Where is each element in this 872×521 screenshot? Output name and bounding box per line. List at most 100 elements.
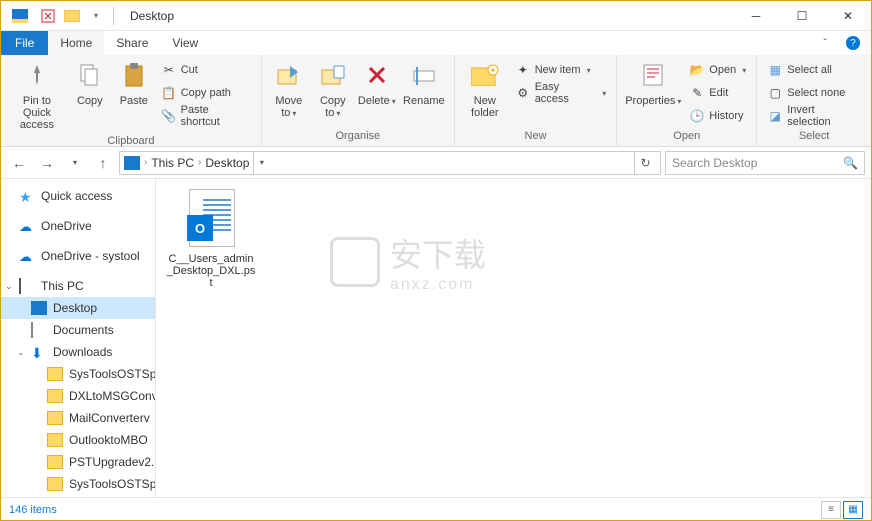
nav-onedrive[interactable]: ☁OneDrive	[1, 215, 155, 237]
nav-dl-item[interactable]: PSTUpgradev2.	[1, 451, 155, 473]
expand-icon[interactable]: ⌄	[17, 347, 25, 358]
chevron-right-icon[interactable]: ›	[198, 157, 201, 168]
paste-button[interactable]: Paste	[113, 57, 155, 109]
separator	[113, 7, 114, 25]
pin-to-quick-access-button[interactable]: Pin to Quick access	[7, 57, 67, 133]
copy-label: Copy	[77, 95, 103, 107]
select-all-icon: ▦	[767, 62, 783, 78]
nav-this-pc[interactable]: ⌄This PC	[1, 275, 155, 297]
nav-onedrive-systool[interactable]: ☁OneDrive - systool	[1, 245, 155, 267]
delete-button[interactable]: Delete▾	[356, 57, 398, 109]
delete-icon	[361, 59, 393, 91]
navigation-pane: ★Quick access ☁OneDrive ☁OneDrive - syst…	[1, 179, 156, 497]
nav-dl-item[interactable]: OutlooktoMBO	[1, 429, 155, 451]
chevron-right-icon[interactable]: ›	[144, 157, 147, 168]
nav-dl-item[interactable]: DXLtoMSGConv	[1, 385, 155, 407]
copy-to-button[interactable]: Copy to▾	[312, 57, 354, 121]
up-button[interactable]: ↑	[91, 151, 115, 175]
nav-dl-item[interactable]: SysToolsOSTSp	[1, 363, 155, 385]
properties-button[interactable]: Properties▾	[623, 57, 683, 109]
rename-button[interactable]: Rename	[400, 57, 448, 109]
pc-icon	[19, 279, 35, 293]
documents-icon	[31, 323, 47, 337]
ribbon-group-clipboard: Pin to Quick access Copy Paste ✂Cut 📋Cop…	[1, 55, 262, 146]
nav-quick-access[interactable]: ★Quick access	[1, 185, 155, 207]
nav-downloads[interactable]: ⌄⬇Downloads	[1, 341, 155, 363]
qat-folder-icon[interactable]	[61, 5, 83, 27]
minimize-button[interactable]: ─	[733, 1, 779, 31]
copy-button[interactable]: Copy	[69, 57, 111, 109]
file-name: C__Users_admin_Desktop_DXL.pst	[166, 253, 256, 289]
content-pane[interactable]: O C__Users_admin_Desktop_DXL.pst	[156, 179, 871, 497]
tab-share[interactable]: Share	[104, 31, 160, 55]
nav-dl-item[interactable]: SysToolsOSTSp⌄	[1, 473, 155, 495]
ribbon-tabs: File Home Share View ˇ ?	[1, 31, 871, 55]
delete-label: Delete▾	[358, 95, 396, 107]
folder-icon	[47, 477, 63, 491]
breadcrumb-dropdown[interactable]: ▾	[253, 152, 269, 174]
forward-button[interactable]: →	[35, 151, 59, 175]
search-input[interactable]: Search Desktop 🔍	[665, 151, 865, 175]
move-to-icon	[273, 59, 305, 91]
refresh-button[interactable]: ↻	[634, 152, 656, 174]
paste-label: Paste	[120, 95, 148, 107]
file-item[interactable]: O C__Users_admin_Desktop_DXL.pst	[166, 189, 256, 289]
star-icon: ★	[19, 189, 35, 203]
pin-label: Pin to Quick access	[9, 95, 65, 131]
paste-shortcut-icon: 📎	[161, 108, 177, 124]
close-button[interactable]: ✕	[825, 1, 871, 31]
open-group-label: Open	[623, 128, 750, 144]
help-button[interactable]: ?	[841, 31, 865, 55]
address-bar: ← → ▾ ↑ › This PC › Desktop ▾ ↻ Search D…	[1, 147, 871, 179]
move-to-button[interactable]: Move to▾	[268, 57, 310, 121]
ribbon-group-open: Properties▾ 📂Open▾ ✎Edit 🕒History Open	[617, 55, 757, 146]
back-button[interactable]: ←	[7, 151, 31, 175]
select-group-label: Select	[763, 128, 865, 144]
history-icon: 🕒	[689, 108, 705, 124]
nav-documents[interactable]: Documents	[1, 319, 155, 341]
select-all-button[interactable]: ▦Select all	[763, 59, 865, 81]
maximize-button[interactable]: ☐	[779, 1, 825, 31]
desktop-icon	[31, 301, 47, 315]
cut-button[interactable]: ✂Cut	[157, 59, 255, 81]
history-button[interactable]: 🕒History	[685, 105, 750, 127]
svg-text:✦: ✦	[489, 66, 496, 75]
edit-icon: ✎	[689, 85, 705, 101]
tab-home[interactable]: Home	[48, 31, 104, 55]
breadcrumb[interactable]: › This PC › Desktop ▾ ↻	[119, 151, 661, 175]
window-title: Desktop	[130, 9, 733, 23]
copy-to-icon	[317, 59, 349, 91]
titlebar: ▾ Desktop ─ ☐ ✕	[1, 1, 871, 31]
invert-selection-icon: ◪	[767, 108, 783, 124]
qat-properties-icon[interactable]	[37, 5, 59, 27]
select-none-button[interactable]: ▢Select none	[763, 82, 865, 104]
easy-access-button[interactable]: ⚙Easy access▾	[511, 82, 611, 104]
breadcrumb-desktop[interactable]: Desktop	[205, 156, 249, 170]
folder-icon	[47, 367, 63, 381]
search-placeholder: Search Desktop	[672, 156, 757, 170]
breadcrumb-this-pc[interactable]: This PC	[151, 156, 194, 170]
recent-dropdown[interactable]: ▾	[63, 151, 87, 175]
open-button[interactable]: 📂Open▾	[685, 59, 750, 81]
tab-view[interactable]: View	[160, 31, 210, 55]
invert-selection-button[interactable]: ◪Invert selection	[763, 105, 865, 127]
icons-view-button[interactable]: ▦	[843, 501, 863, 519]
copy-to-label: Copy to▾	[314, 95, 352, 119]
details-view-button[interactable]: ≡	[821, 501, 841, 519]
edit-button[interactable]: ✎Edit	[685, 82, 750, 104]
nav-dl-item[interactable]: MailConverterv	[1, 407, 155, 429]
ribbon: Pin to Quick access Copy Paste ✂Cut 📋Cop…	[1, 55, 871, 147]
paste-shortcut-button[interactable]: 📎Paste shortcut	[157, 105, 255, 127]
new-folder-button[interactable]: ✦ New folder	[461, 57, 509, 121]
new-item-icon: ✦	[515, 62, 531, 78]
ribbon-group-new: ✦ New folder ✦New item▾ ⚙Easy access▾ Ne…	[455, 55, 617, 146]
move-to-label: Move to▾	[270, 95, 308, 119]
copy-path-button[interactable]: 📋Copy path	[157, 82, 255, 104]
tab-file[interactable]: File	[1, 31, 48, 55]
expand-icon[interactable]: ⌄	[5, 281, 13, 292]
copy-path-icon: 📋	[161, 85, 177, 101]
new-item-button[interactable]: ✦New item▾	[511, 59, 611, 81]
qat-dropdown[interactable]: ▾	[85, 5, 107, 27]
ribbon-expand-button[interactable]: ˇ	[813, 31, 837, 55]
nav-desktop[interactable]: Desktop	[1, 297, 155, 319]
